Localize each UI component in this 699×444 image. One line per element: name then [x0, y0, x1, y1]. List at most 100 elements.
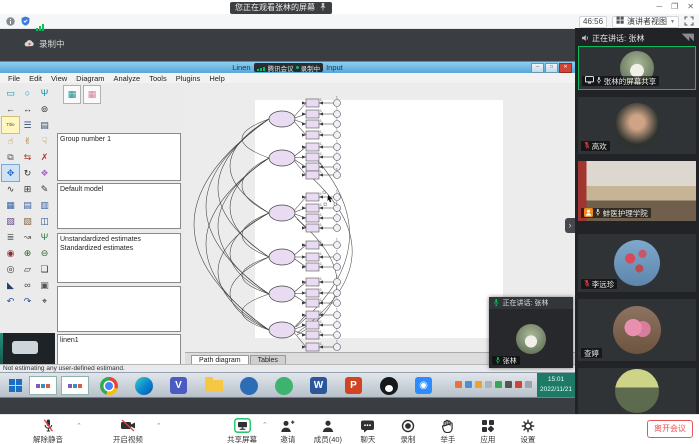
- tray-icon-6[interactable]: [505, 381, 512, 388]
- menu-help[interactable]: Help: [205, 74, 228, 83]
- amos-close-button[interactable]: ✕: [559, 63, 572, 73]
- tray-icon-4[interactable]: [485, 381, 492, 388]
- powerpoint-icon[interactable]: P: [336, 375, 371, 396]
- tool-bayesian-icon[interactable]: ◣: [2, 277, 19, 293]
- tool-data-view-icon[interactable]: ▥: [36, 197, 53, 213]
- menu-analyze[interactable]: Analyze: [110, 74, 145, 83]
- tool-add-unique-variable-icon[interactable]: ⊚: [36, 101, 53, 117]
- tool-select-all-icon[interactable]: ✌: [19, 133, 36, 149]
- tool-duplicate-icon[interactable]: ⧉: [2, 149, 19, 165]
- participant-tile-查婷[interactable]: 查婷: [578, 299, 696, 361]
- tool-text-output-icon[interactable]: ↝: [19, 229, 36, 245]
- window-thumbnail-2[interactable]: [59, 375, 91, 396]
- visio-icon[interactable]: V: [161, 375, 196, 396]
- tool-save-diagram-icon[interactable]: ◫: [36, 213, 53, 229]
- start-button[interactable]: [3, 375, 27, 396]
- tool-zoom-out-icon[interactable]: ⊖: [36, 245, 53, 261]
- chrome-icon[interactable]: [91, 375, 126, 396]
- tool-move-parameter-icon[interactable]: ∿: [2, 181, 19, 197]
- browser360-icon[interactable]: [266, 375, 301, 396]
- info-icon[interactable]: [6, 13, 15, 31]
- tray-icon-2[interactable]: [465, 381, 472, 388]
- speaker-pip-window[interactable]: 正在讲话: 张林 张林: [489, 297, 573, 368]
- participant-tile-蚌医护理学院[interactable]: 蚌医护理学院: [578, 161, 696, 221]
- tool-select-one-icon[interactable]: ☝: [2, 133, 19, 149]
- tool-reflect-indicators-icon[interactable]: ❖: [36, 165, 53, 181]
- amos-titlebar[interactable]: Linen 腾讯会议 录制中 Input ─ □ ✕: [0, 62, 575, 73]
- estimate-item[interactable]: Standardized estimates: [60, 244, 178, 253]
- estimates-list[interactable]: Unstandardized estimates Standardized es…: [57, 233, 181, 283]
- tool-multiple-groups-icon[interactable]: ∞: [19, 277, 36, 293]
- models-list[interactable]: Default model: [57, 183, 181, 229]
- tool-touch-up-icon[interactable]: ✎: [36, 181, 53, 197]
- tool-print-icon[interactable]: ▣: [36, 277, 53, 293]
- tool-draw-rectangle-icon[interactable]: ▭: [2, 85, 19, 101]
- tool-zoom-page-icon[interactable]: ◎: [2, 261, 19, 277]
- estimate-item[interactable]: Unstandardized estimates: [60, 235, 178, 244]
- menu-tools[interactable]: Tools: [145, 74, 171, 83]
- tool-deselect-all-icon[interactable]: ☟: [36, 133, 53, 149]
- control-raise-hand-button[interactable]: 举手: [428, 418, 468, 444]
- tray-icon-7[interactable]: [515, 381, 522, 388]
- explorer-icon[interactable]: [196, 375, 231, 396]
- tool-erase-icon[interactable]: ✗: [36, 149, 53, 165]
- control-record-button[interactable]: 录制: [388, 418, 428, 444]
- groups-list[interactable]: Group number 1: [57, 133, 181, 181]
- tool-reposition-icon[interactable]: ⊞: [19, 181, 36, 197]
- tool-clipboard-icon[interactable]: ≣: [2, 229, 19, 245]
- menu-file[interactable]: File: [4, 74, 24, 83]
- tool-search-icon[interactable]: ⌖: [36, 293, 53, 309]
- tray-icon-8[interactable]: [525, 381, 532, 388]
- amos-maximize-button[interactable]: □: [545, 63, 558, 73]
- meeting-icon[interactable]: ◉: [406, 375, 441, 396]
- tool-redo-icon[interactable]: ↷: [19, 293, 36, 309]
- tool-title-tool-icon[interactable]: Title: [2, 117, 19, 133]
- control-start-video-button[interactable]: 开启视频: [108, 418, 148, 444]
- model-item[interactable]: Default model: [60, 185, 178, 194]
- tool-data-grid-icon[interactable]: ▤: [19, 197, 36, 213]
- tray-icon-1[interactable]: [455, 381, 462, 388]
- participant-tile-李远珍[interactable]: 李远珍: [578, 234, 696, 292]
- spss-icon[interactable]: [231, 375, 266, 396]
- menu-diagram[interactable]: Diagram: [72, 74, 108, 83]
- tool-select-data-files-icon[interactable]: ▧: [2, 213, 19, 229]
- multiple-group-icon[interactable]: ▦: [63, 85, 81, 104]
- floating-widget[interactable]: [12, 341, 38, 354]
- file-item[interactable]: linen1: [60, 336, 178, 345]
- amos-minimize-button[interactable]: ─: [531, 63, 544, 73]
- close-button[interactable]: ✕: [687, 1, 694, 13]
- pin-icon[interactable]: [319, 2, 327, 15]
- view-mode-button[interactable]: 演讲者视图 ▼: [612, 16, 679, 28]
- control-unmute-chevron-icon[interactable]: ⌃: [76, 422, 82, 430]
- participant-tile-高欢[interactable]: 高欢: [578, 97, 696, 154]
- control-apps-button[interactable]: 应用: [468, 418, 508, 444]
- menu-edit[interactable]: Edit: [25, 74, 46, 83]
- taskbar-clock[interactable]: 15:01 2022/11/21: [537, 373, 575, 397]
- group-view-icon[interactable]: ▦: [83, 85, 101, 104]
- menu-view[interactable]: View: [47, 74, 71, 83]
- control-settings-button[interactable]: 设置: [508, 418, 548, 444]
- leave-meeting-button[interactable]: 离开会议: [647, 420, 693, 438]
- sidebar-collapse-handle[interactable]: ›: [565, 218, 575, 233]
- security-shield-icon[interactable]: [21, 13, 30, 31]
- tool-fit-to-page-icon[interactable]: ▱: [19, 261, 36, 277]
- tool-variables-in-dataset-icon[interactable]: ▤: [36, 117, 53, 133]
- menu-plugins[interactable]: Plugins: [172, 74, 205, 83]
- tool-plugins-tree-icon[interactable]: Ψ: [36, 229, 53, 245]
- tool-analysis-properties-icon[interactable]: ▨: [19, 213, 36, 229]
- control-start-video-chevron-icon[interactable]: ⌃: [156, 422, 162, 430]
- control-members-button[interactable]: 成员(40): [308, 418, 348, 444]
- group-item[interactable]: Group number 1: [60, 135, 178, 144]
- tool-move-icon[interactable]: ⇆: [19, 149, 36, 165]
- qq-icon[interactable]: [371, 375, 406, 396]
- control-invite-button[interactable]: 邀请: [268, 418, 308, 444]
- tool-undo-icon[interactable]: ↶: [2, 293, 19, 309]
- control-unmute-button[interactable]: 解除静音: [28, 418, 68, 444]
- control-chat-button[interactable]: 聊天: [348, 418, 388, 444]
- tray-icon-3[interactable]: [475, 381, 482, 388]
- word-icon[interactable]: W: [301, 375, 336, 396]
- tool-move-restructure-icon[interactable]: ✥: [2, 165, 19, 181]
- computation-summary[interactable]: [57, 286, 181, 332]
- tool-zoom-in-icon[interactable]: ⊕: [19, 245, 36, 261]
- participant-tile-hidden[interactable]: [578, 368, 696, 414]
